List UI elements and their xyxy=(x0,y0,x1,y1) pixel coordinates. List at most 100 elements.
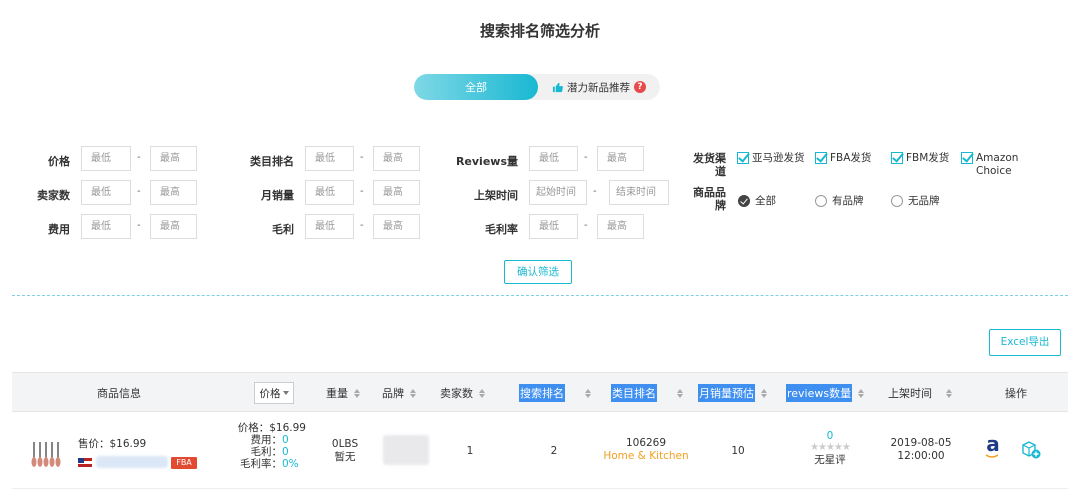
profit-rate-value: 0% xyxy=(282,458,299,470)
reviews-count[interactable]: 0 xyxy=(798,430,862,442)
seller-count-filter-label: 卖家数 xyxy=(37,189,70,202)
seller-count-max-input[interactable]: 最高 xyxy=(150,180,197,205)
col-price[interactable]: 价格 xyxy=(254,373,294,413)
product-thumbnail[interactable] xyxy=(28,440,68,468)
range-dash: - xyxy=(584,220,588,231)
profit-label: 毛利： xyxy=(250,446,283,458)
mode-tabs: 全部 潜力新品推荐 ? xyxy=(414,74,660,100)
range-dash: - xyxy=(137,220,141,231)
divider xyxy=(12,295,1068,296)
channel-fbm-checkbox[interactable]: FBM发货 xyxy=(891,152,949,165)
col-search-rank[interactable]: 搜索排名 xyxy=(519,373,591,413)
price-value: 价格：$16.99 xyxy=(237,422,306,434)
amazon-smile-icon xyxy=(985,454,999,458)
price-min-input[interactable]: 最低 xyxy=(81,146,131,171)
profit-rate-line: 毛利率：0% xyxy=(224,458,306,470)
col-monthly-sales-label: 月销量预估 xyxy=(698,384,755,402)
fee-min-input[interactable]: 最低 xyxy=(81,214,131,239)
price-sort-select[interactable]: 价格 xyxy=(254,382,294,404)
col-product-info: 商品信息 xyxy=(97,373,141,413)
listed-clock: 12:00:00 xyxy=(897,450,945,462)
col-reviews[interactable]: reviews数量 xyxy=(786,373,865,413)
col-actions-label: 操作 xyxy=(1005,387,1027,400)
monthly-sales-min-input[interactable]: 最低 xyxy=(305,180,354,205)
listed-time-start-input[interactable]: 起始时间 xyxy=(529,180,587,205)
col-brand-label: 品牌 xyxy=(382,387,404,400)
seller-count-min-input[interactable]: 最低 xyxy=(81,180,131,205)
excel-export-button[interactable]: Excel导出 xyxy=(989,329,1061,356)
col-brand[interactable]: 品牌 xyxy=(382,373,416,413)
range-dash: - xyxy=(593,186,597,197)
fee-value: 0 xyxy=(282,434,289,446)
brand-redacted xyxy=(383,435,429,465)
profit-min-input[interactable]: 最低 xyxy=(305,214,354,239)
sort-icon xyxy=(858,388,865,398)
listed-time-cell: 2019-08-05 12:00:00 xyxy=(884,437,958,463)
sort-icon xyxy=(354,388,360,398)
fee-max-input[interactable]: 最高 xyxy=(150,214,197,239)
brand-has-brand-label: 有品牌 xyxy=(832,195,864,207)
brand-no-brand-label: 无品牌 xyxy=(908,195,940,207)
tab-all[interactable]: 全部 xyxy=(414,74,538,100)
price-max-input[interactable]: 最高 xyxy=(150,146,197,171)
help-icon[interactable]: ? xyxy=(634,81,646,93)
channel-filter-label: 发货渠道 xyxy=(693,152,726,178)
amazon-link-icon[interactable]: a xyxy=(985,434,1001,454)
channel-fba-label: FBA发货 xyxy=(830,152,872,164)
fee-filter-label: 费用 xyxy=(48,223,70,236)
profit-rate-min-input[interactable]: 最低 xyxy=(529,214,578,239)
weight-cell: 0LBS 暂无 xyxy=(324,438,366,464)
col-category-rank[interactable]: 类目排名 xyxy=(611,373,683,413)
table-row: 售价：$16.99 FBA 价格：$16.99 费用：0 毛利：0 毛利率：0%… xyxy=(12,412,1068,489)
channel-amazon-choice-checkbox[interactable]: Amazon Choice xyxy=(961,152,1041,178)
category-rank-filter-label: 类目排名 xyxy=(250,155,294,168)
range-dash: - xyxy=(584,152,588,163)
sale-price: 售价：$16.99 xyxy=(78,438,147,450)
category-name[interactable]: Home & Kitchen xyxy=(598,450,694,463)
channel-amazon-label: 亚马逊发货 xyxy=(752,152,805,164)
sort-icon xyxy=(585,388,591,398)
table-header: 商品信息 价格 重量 品牌 卖家数 搜索排名 类目排名 月销量预估 review… xyxy=(12,372,1068,412)
channel-fbm-label: FBM发货 xyxy=(906,152,950,164)
listed-time-end-input[interactable]: 结束时间 xyxy=(609,180,669,205)
star-rating-icon: ★★★★★ xyxy=(810,442,851,453)
profit-max-input[interactable]: 最高 xyxy=(373,214,420,239)
listed-date: 2019-08-05 xyxy=(890,437,952,449)
channel-fba-checkbox[interactable]: FBA发货 xyxy=(815,152,871,165)
col-sellers[interactable]: 卖家数 xyxy=(440,373,485,413)
monthly-sales-max-input[interactable]: 最高 xyxy=(373,180,420,205)
profit-rate-max-input[interactable]: 最高 xyxy=(597,214,644,239)
sellers-value: 1 xyxy=(466,445,474,457)
search-rank-value: 2 xyxy=(550,445,558,457)
sort-icon xyxy=(410,388,416,398)
reviews-max-input[interactable]: 最高 xyxy=(597,146,644,171)
caret-down-icon xyxy=(282,391,289,395)
range-dash: - xyxy=(137,186,141,197)
col-listed-time[interactable]: 上架时间 xyxy=(888,373,952,413)
category-rank-max-input[interactable]: 最高 xyxy=(373,146,420,171)
range-dash: - xyxy=(137,152,141,163)
brand-has-brand-radio[interactable]: 有品牌 xyxy=(815,193,864,208)
reviews-min-input[interactable]: 最低 xyxy=(529,146,578,171)
brand-no-brand-radio[interactable]: 无品牌 xyxy=(891,193,940,208)
col-sellers-label: 卖家数 xyxy=(440,387,473,400)
col-search-rank-label: 搜索排名 xyxy=(519,384,565,402)
tab-potential-products[interactable]: 潜力新品推荐 ? xyxy=(538,74,660,100)
profit-line: 毛利：0 xyxy=(224,446,306,458)
brand-all-radio[interactable]: 全部 xyxy=(738,193,776,208)
brand-filter-label: 商品品牌 xyxy=(693,186,726,212)
add-to-monitor-icon[interactable] xyxy=(1020,440,1042,460)
sort-icon xyxy=(761,388,767,398)
channel-amazon-checkbox[interactable]: 亚马逊发货 xyxy=(737,152,805,165)
radio-unselected-icon xyxy=(891,194,903,207)
col-monthly-sales[interactable]: 月销量预估 xyxy=(698,373,767,413)
product-title-redacted[interactable] xyxy=(96,456,168,468)
listed-time-filter-label: 上架时间 xyxy=(474,189,518,202)
category-rank-min-input[interactable]: 最低 xyxy=(305,146,354,171)
no-rating-text: 无星评 xyxy=(814,454,846,466)
range-dash: - xyxy=(360,186,364,197)
col-weight[interactable]: 重量 xyxy=(326,373,360,413)
price-filter-label: 价格 xyxy=(48,155,70,168)
checkbox-checked-icon xyxy=(737,152,749,164)
confirm-filter-button[interactable]: 确认筛选 xyxy=(504,260,572,284)
